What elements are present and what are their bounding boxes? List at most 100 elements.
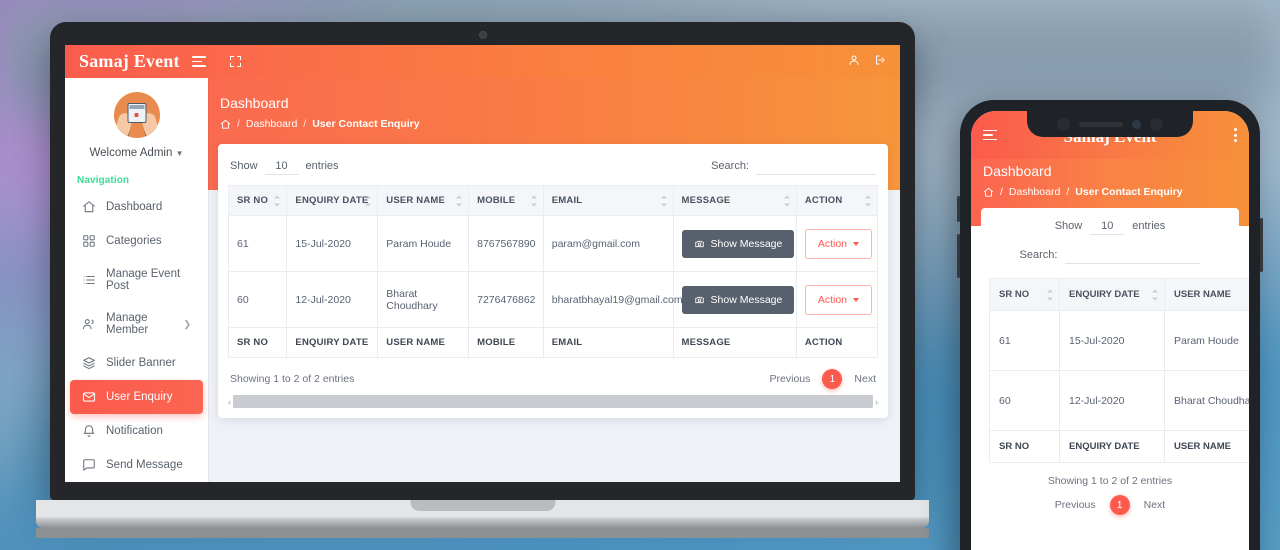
page-length-input[interactable] bbox=[1090, 220, 1125, 235]
column-header-sr-no[interactable]: SR NO bbox=[989, 278, 1060, 311]
column-header-label: ACTION bbox=[804, 195, 843, 206]
show-message-button[interactable]: Show Message bbox=[681, 285, 795, 314]
column-header-label: SR NO bbox=[999, 289, 1030, 300]
pagination-next[interactable]: Next bbox=[854, 373, 876, 385]
pagination-previous[interactable]: Previous bbox=[770, 373, 811, 385]
table-footer-row: SR NO ENQUIRY DATE USER NAME MOBILE EMAIL MES… bbox=[227, 327, 879, 358]
phone-button-left-upper bbox=[957, 196, 960, 222]
sidebar-profile: Welcome Admin ▼ bbox=[65, 78, 208, 159]
search-input[interactable] bbox=[1065, 249, 1201, 264]
grid-icon bbox=[82, 234, 96, 248]
calendar-tablet-icon bbox=[127, 103, 146, 123]
sort-icon[interactable] bbox=[865, 195, 872, 206]
breadcrumb-separator-1: / bbox=[237, 118, 240, 130]
camera-icon bbox=[694, 295, 705, 305]
mail-icon bbox=[82, 390, 96, 404]
screenshot-stage: Samaj Event Welcome Admin ▼ Navigation D… bbox=[0, 0, 1280, 550]
sidebar-item-label: Dashboard bbox=[106, 201, 163, 213]
sidebar-item-manage-event-post[interactable]: Manage Event Post bbox=[70, 258, 203, 302]
datatable-card: Show entries Search: bbox=[218, 144, 888, 418]
sort-icon[interactable] bbox=[456, 195, 463, 206]
footer-header-enquiry-date: ENQUIRY DATE bbox=[286, 327, 379, 358]
cell-email: bharatbhayal19@gmail.com bbox=[542, 271, 683, 328]
sidebar-item-send-message[interactable]: Send Message bbox=[70, 448, 203, 482]
pagination-next[interactable]: Next bbox=[1144, 499, 1166, 511]
horizontal-scrollbar[interactable]: ‹ › bbox=[228, 395, 878, 408]
pagination-previous[interactable]: Previous bbox=[1055, 499, 1096, 511]
column-header-enquiry-date[interactable]: ENQUIRY DATE bbox=[1059, 278, 1165, 311]
chevron-down-icon: ▼ bbox=[175, 149, 184, 158]
sort-icon[interactable] bbox=[783, 195, 791, 206]
sidebar-item-manage-member[interactable]: Manage Member ❯ bbox=[70, 302, 203, 346]
cell-user-name: Bharat Choudhary bbox=[377, 271, 470, 328]
cell-enquiry-date: 15-Jul-2020 bbox=[1059, 310, 1165, 371]
sort-icon[interactable] bbox=[365, 195, 372, 206]
sort-icon[interactable] bbox=[1047, 289, 1054, 300]
sidebar-item-label: Manage Member bbox=[106, 312, 149, 336]
home-icon[interactable] bbox=[220, 119, 231, 130]
search-label: Search: bbox=[1019, 249, 1058, 261]
brand-title: Samaj Event bbox=[79, 51, 180, 71]
cell-sr-no: 61 bbox=[227, 215, 288, 272]
page-title: Dashboard bbox=[220, 95, 289, 111]
home-icon bbox=[82, 200, 96, 214]
sidebar-item-slider-banner[interactable]: Slider Banner bbox=[70, 346, 203, 380]
more-vertical-icon[interactable] bbox=[1234, 128, 1237, 142]
action-label: Action bbox=[817, 237, 848, 250]
cell-mobile: 8767567890 bbox=[468, 215, 544, 272]
show-label: Show bbox=[1054, 220, 1083, 232]
welcome-admin-dropdown[interactable]: Welcome Admin ▼ bbox=[65, 147, 208, 159]
column-header-action[interactable]: ACTION bbox=[795, 185, 879, 216]
cell-sr-no: 60 bbox=[227, 271, 288, 328]
message-icon bbox=[82, 458, 96, 472]
user-icon[interactable] bbox=[848, 53, 860, 71]
sidebar-nav-list: Dashboard Categories Manage Event Post Mana… bbox=[65, 190, 208, 482]
home-icon[interactable] bbox=[983, 187, 994, 198]
list-icon bbox=[82, 273, 96, 287]
column-header-enquiry-date[interactable]: ENQUIRY DATE bbox=[286, 185, 379, 216]
phone-screen: Samaj Event Dashboard / Dashboard / User… bbox=[971, 111, 1249, 550]
chevron-down-icon bbox=[853, 241, 860, 246]
sidebar-item-dashboard[interactable]: Dashboard bbox=[70, 190, 203, 224]
breadcrumb-item-current: User Contact Enquiry bbox=[1075, 186, 1183, 198]
cell-enquiry-date: 12-Jul-2020 bbox=[1059, 370, 1165, 431]
show-message-button[interactable]: Show Message bbox=[681, 229, 795, 258]
pagination-page-1[interactable]: 1 bbox=[822, 369, 843, 389]
sort-icon[interactable] bbox=[274, 195, 281, 206]
column-header-sr-no[interactable]: SR NO bbox=[227, 185, 288, 216]
breadcrumb-item-dashboard[interactable]: Dashboard bbox=[246, 118, 297, 130]
search-input[interactable] bbox=[756, 160, 876, 175]
scrollbar-thumb[interactable] bbox=[233, 395, 873, 408]
action-dropdown-button[interactable]: Action bbox=[804, 228, 873, 259]
column-header-email[interactable]: EMAIL bbox=[542, 185, 674, 216]
fullscreen-expand-icon[interactable] bbox=[229, 56, 241, 67]
pagination-page-1[interactable]: 1 bbox=[1109, 495, 1130, 515]
sidebar-item-user-enquiry[interactable]: User Enquiry bbox=[70, 380, 203, 414]
action-dropdown-button[interactable]: Action bbox=[804, 284, 873, 315]
column-header-user-name[interactable]: USER NAME bbox=[1164, 278, 1249, 311]
table-body: 6115-Jul-2020Param Houde87675678906012-J… bbox=[989, 310, 1249, 431]
sidebar-item-categories[interactable]: Categories bbox=[70, 224, 203, 258]
page-length-input[interactable] bbox=[264, 160, 299, 175]
logout-icon[interactable] bbox=[874, 53, 886, 71]
users-icon bbox=[82, 317, 96, 331]
cell-user-name: Param Houde bbox=[1164, 310, 1249, 371]
sort-icon[interactable] bbox=[530, 195, 538, 206]
sort-icon[interactable] bbox=[1152, 289, 1159, 300]
hamburger-icon[interactable] bbox=[983, 129, 997, 141]
column-header-message[interactable]: MESSAGE bbox=[672, 185, 797, 216]
table-info: Showing 1 to 2 of 2 entries bbox=[230, 373, 355, 385]
sort-icon[interactable] bbox=[660, 195, 668, 206]
search-control: Search: bbox=[711, 160, 876, 175]
column-header-mobile[interactable]: MOBILE bbox=[468, 185, 544, 216]
sidebar-item-label: Notification bbox=[106, 425, 163, 437]
phone-mockup: Samaj Event Dashboard / Dashboard / User… bbox=[957, 100, 1263, 550]
scroll-right-arrow-icon[interactable]: › bbox=[875, 397, 878, 407]
scroll-left-arrow-icon[interactable]: ‹ bbox=[228, 397, 231, 407]
column-header-label: MESSAGE bbox=[681, 195, 731, 206]
column-header-user-name[interactable]: USER NAME bbox=[377, 185, 470, 216]
hamburger-icon[interactable] bbox=[191, 56, 206, 67]
breadcrumb-item-dashboard[interactable]: Dashboard bbox=[1009, 186, 1060, 198]
sidebar-item-notification[interactable]: Notification bbox=[70, 414, 203, 448]
table-header-row: SR NO ENQUIRY DATE USER NAME MOBILE EMAIL MES… bbox=[227, 185, 879, 216]
